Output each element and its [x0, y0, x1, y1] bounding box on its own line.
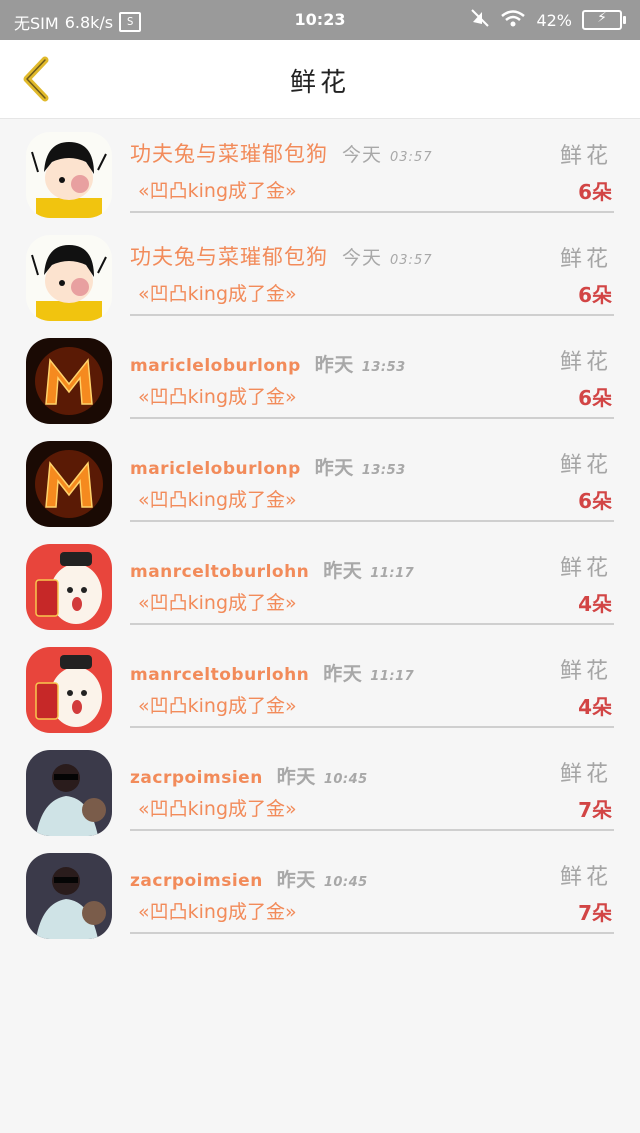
song-title: «凹凸king成了金»: [138, 695, 297, 717]
timestamp-day: 今天: [342, 144, 383, 166]
timestamp: 昨天 13:53: [315, 354, 406, 376]
song-title: «凹凸king成了金»: [138, 798, 297, 820]
gift-count: 7朵: [578, 901, 612, 925]
list-item[interactable]: 功夫兔与菜璀郁包狗 今天 03:57 鲜花 «凹凸king成了金» 6朵: [0, 221, 640, 324]
sender-name-line: 功夫兔与菜璀郁包狗 今天 03:57: [130, 138, 432, 168]
list-item-content: zacrpoimsien 昨天 10:45 鲜花 «凹凸king成了金» 7朵: [130, 839, 614, 934]
avatar: [26, 544, 112, 630]
sender-name-line: manrceltoburlohn 昨天 11:17: [130, 659, 414, 686]
song-title: «凹凸king成了金»: [138, 283, 297, 305]
gift-list: 功夫兔与菜璀郁包狗 今天 03:57 鲜花 «凹凸king成了金» 6朵 功夫兔与菜…: [0, 118, 640, 942]
sender-name-line: zacrpoimsien 昨天 10:45: [130, 865, 368, 892]
list-item[interactable]: 功夫兔与菜璀郁包狗 今天 03:57 鲜花 «凹凸king成了金» 6朵: [0, 118, 640, 221]
gift-count: 4朵: [578, 592, 612, 616]
app-header: 鲜花: [0, 40, 640, 119]
wifi-icon: [500, 8, 526, 32]
timestamp-day: 昨天: [276, 869, 316, 891]
avatar: [26, 750, 112, 836]
sender-name-line: 功夫兔与菜璀郁包狗 今天 03:57: [130, 241, 432, 271]
list-item[interactable]: manrceltoburlohn 昨天 11:17 鲜花 «凹凸king成了金» 4…: [0, 530, 640, 633]
timestamp: 昨天 13:53: [315, 457, 406, 479]
sender-name-line: maricleloburlonp 昨天 13:53: [130, 350, 406, 377]
status-right: 42% ⚡: [470, 8, 626, 32]
sender-name-line: maricleloburlonp 昨天 13:53: [130, 453, 406, 480]
list-item[interactable]: zacrpoimsien 昨天 10:45 鲜花 «凹凸king成了金» 7朵: [0, 736, 640, 839]
timestamp: 今天 03:57: [342, 144, 432, 166]
timestamp-clock: 03:57: [390, 253, 433, 268]
timestamp: 昨天 11:17: [323, 560, 414, 582]
avatar: [26, 235, 112, 321]
sender-name: zacrpoimsien: [130, 768, 263, 788]
gift-count: 7朵: [578, 798, 612, 822]
avatar: [26, 853, 112, 939]
list-item-content: 功夫兔与菜璀郁包狗 今天 03:57 鲜花 «凹凸king成了金» 6朵: [130, 221, 614, 316]
timestamp-clock: 10:45: [323, 772, 368, 787]
sender-name: maricleloburlonp: [130, 459, 301, 479]
song-title: «凹凸king成了金»: [138, 386, 297, 408]
list-item-content: manrceltoburlohn 昨天 11:17 鲜花 «凹凸king成了金» 4…: [130, 633, 614, 728]
song-title: «凹凸king成了金»: [138, 592, 297, 614]
song-title: «凹凸king成了金»: [138, 901, 297, 923]
gift-count: 6朵: [578, 386, 612, 410]
page-title: 鲜花: [289, 68, 350, 98]
sender-name: maricleloburlonp: [130, 356, 301, 376]
timestamp: 昨天 10:45: [277, 869, 368, 891]
gift-type-label: 鲜花: [559, 247, 612, 272]
timestamp: 昨天 10:45: [277, 766, 368, 788]
sender-name: manrceltoburlohn: [130, 562, 310, 582]
timestamp-day: 昨天: [314, 354, 354, 376]
battery-icon: ⚡: [582, 10, 626, 30]
avatar: [26, 441, 112, 527]
timestamp-day: 昨天: [323, 560, 363, 582]
avatar: [26, 132, 112, 218]
sender-name-line: zacrpoimsien 昨天 10:45: [130, 762, 368, 789]
gift-type-label: 鲜花: [559, 865, 612, 890]
gift-count: 4朵: [578, 695, 612, 719]
timestamp-clock: 11:17: [370, 566, 415, 581]
timestamp-clock: 10:45: [323, 875, 368, 890]
mute-icon: [470, 8, 490, 32]
song-title: «凹凸king成了金»: [138, 180, 297, 202]
list-item[interactable]: maricleloburlonp 昨天 13:53 鲜花 «凹凸king成了金» 6…: [0, 427, 640, 530]
timestamp-day: 今天: [342, 247, 383, 269]
timestamp-clock: 13:53: [361, 360, 406, 375]
sender-name: manrceltoburlohn: [130, 665, 310, 685]
gift-count: 6朵: [578, 489, 612, 513]
sender-name-line: manrceltoburlohn 昨天 11:17: [130, 556, 414, 583]
gift-count: 6朵: [578, 180, 612, 204]
list-item-content: manrceltoburlohn 昨天 11:17 鲜花 «凹凸king成了金» 4…: [130, 530, 614, 625]
list-item-content: maricleloburlonp 昨天 13:53 鲜花 «凹凸king成了金» 6…: [130, 427, 614, 522]
gift-type-label: 鲜花: [559, 556, 612, 581]
battery-percent: 42%: [536, 10, 572, 30]
list-item-content: 功夫兔与菜璀郁包狗 今天 03:57 鲜花 «凹凸king成了金» 6朵: [130, 118, 614, 213]
sender-name: 功夫兔与菜璀郁包狗: [130, 142, 328, 166]
timestamp-day: 昨天: [276, 766, 316, 788]
timestamp-day: 昨天: [323, 663, 363, 685]
timestamp-clock: 11:17: [370, 669, 415, 684]
gift-count: 6朵: [578, 283, 612, 307]
timestamp-day: 昨天: [314, 457, 354, 479]
gift-type-label: 鲜花: [559, 144, 612, 169]
list-item[interactable]: zacrpoimsien 昨天 10:45 鲜花 «凹凸king成了金» 7朵: [0, 839, 640, 942]
sender-name: zacrpoimsien: [130, 871, 263, 891]
timestamp-clock: 13:53: [361, 463, 406, 478]
list-item[interactable]: maricleloburlonp 昨天 13:53 鲜花 «凹凸king成了金» 6…: [0, 324, 640, 427]
gift-type-label: 鲜花: [559, 762, 612, 787]
gift-type-label: 鲜花: [559, 350, 612, 375]
list-item-content: maricleloburlonp 昨天 13:53 鲜花 «凹凸king成了金» 6…: [130, 324, 614, 419]
list-item-content: zacrpoimsien 昨天 10:45 鲜花 «凹凸king成了金» 7朵: [130, 736, 614, 831]
sender-name: 功夫兔与菜璀郁包狗: [130, 245, 328, 269]
avatar: [26, 647, 112, 733]
timestamp: 今天 03:57: [342, 247, 432, 269]
timestamp: 昨天 11:17: [323, 663, 414, 685]
avatar: [26, 338, 112, 424]
status-bar: 无SIM 6.8k/s S 10:23 42% ⚡: [0, 0, 640, 40]
song-title: «凹凸king成了金»: [138, 489, 297, 511]
list-item[interactable]: manrceltoburlohn 昨天 11:17 鲜花 «凹凸king成了金» 4…: [0, 633, 640, 736]
gift-type-label: 鲜花: [559, 659, 612, 684]
gift-type-label: 鲜花: [559, 453, 612, 478]
timestamp-clock: 03:57: [390, 150, 433, 165]
